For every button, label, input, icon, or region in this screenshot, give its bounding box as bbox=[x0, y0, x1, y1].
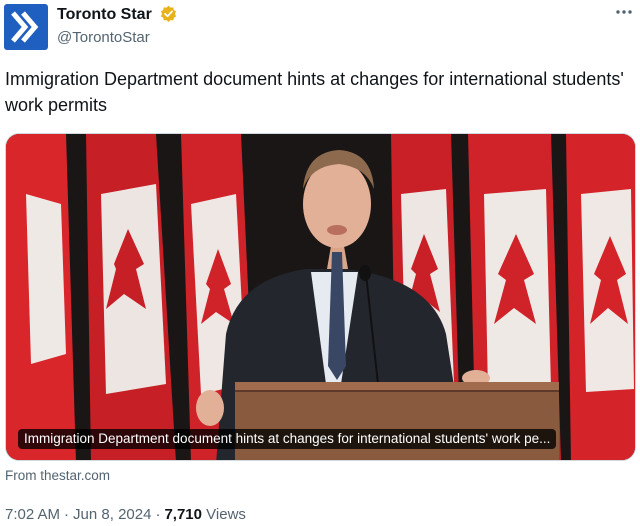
toronto-star-logo-icon bbox=[4, 4, 48, 50]
media-caption: Immigration Department document hints at… bbox=[18, 429, 557, 449]
link-source[interactable]: From thestar.com bbox=[5, 468, 110, 483]
more-options-button[interactable] bbox=[614, 4, 634, 20]
tweet-meta: 7:02 AM · Jun 8, 2024 · 7,710 Views bbox=[5, 506, 246, 523]
views-label: Views bbox=[206, 506, 246, 523]
author-name-text: Toronto Star bbox=[57, 6, 152, 23]
avatar[interactable] bbox=[4, 4, 48, 50]
author-name[interactable]: Toronto Star bbox=[57, 5, 177, 24]
media-card[interactable]: Immigration Department document hints at… bbox=[5, 133, 636, 461]
separator-dot: · bbox=[155, 506, 161, 523]
tweet-text: Immigration Department document hints at… bbox=[5, 69, 624, 115]
tweet-time[interactable]: 7:02 AM bbox=[5, 506, 60, 523]
verified-badge-icon bbox=[161, 5, 177, 22]
separator-dot: · bbox=[64, 506, 70, 523]
author-handle[interactable]: @TorontoStar bbox=[57, 29, 150, 46]
more-options-icon bbox=[616, 10, 632, 14]
press-conference-photo bbox=[6, 134, 635, 460]
tweet-date[interactable]: Jun 8, 2024 bbox=[73, 506, 151, 523]
views-count[interactable]: 7,710 bbox=[164, 506, 202, 523]
podium bbox=[235, 382, 559, 460]
